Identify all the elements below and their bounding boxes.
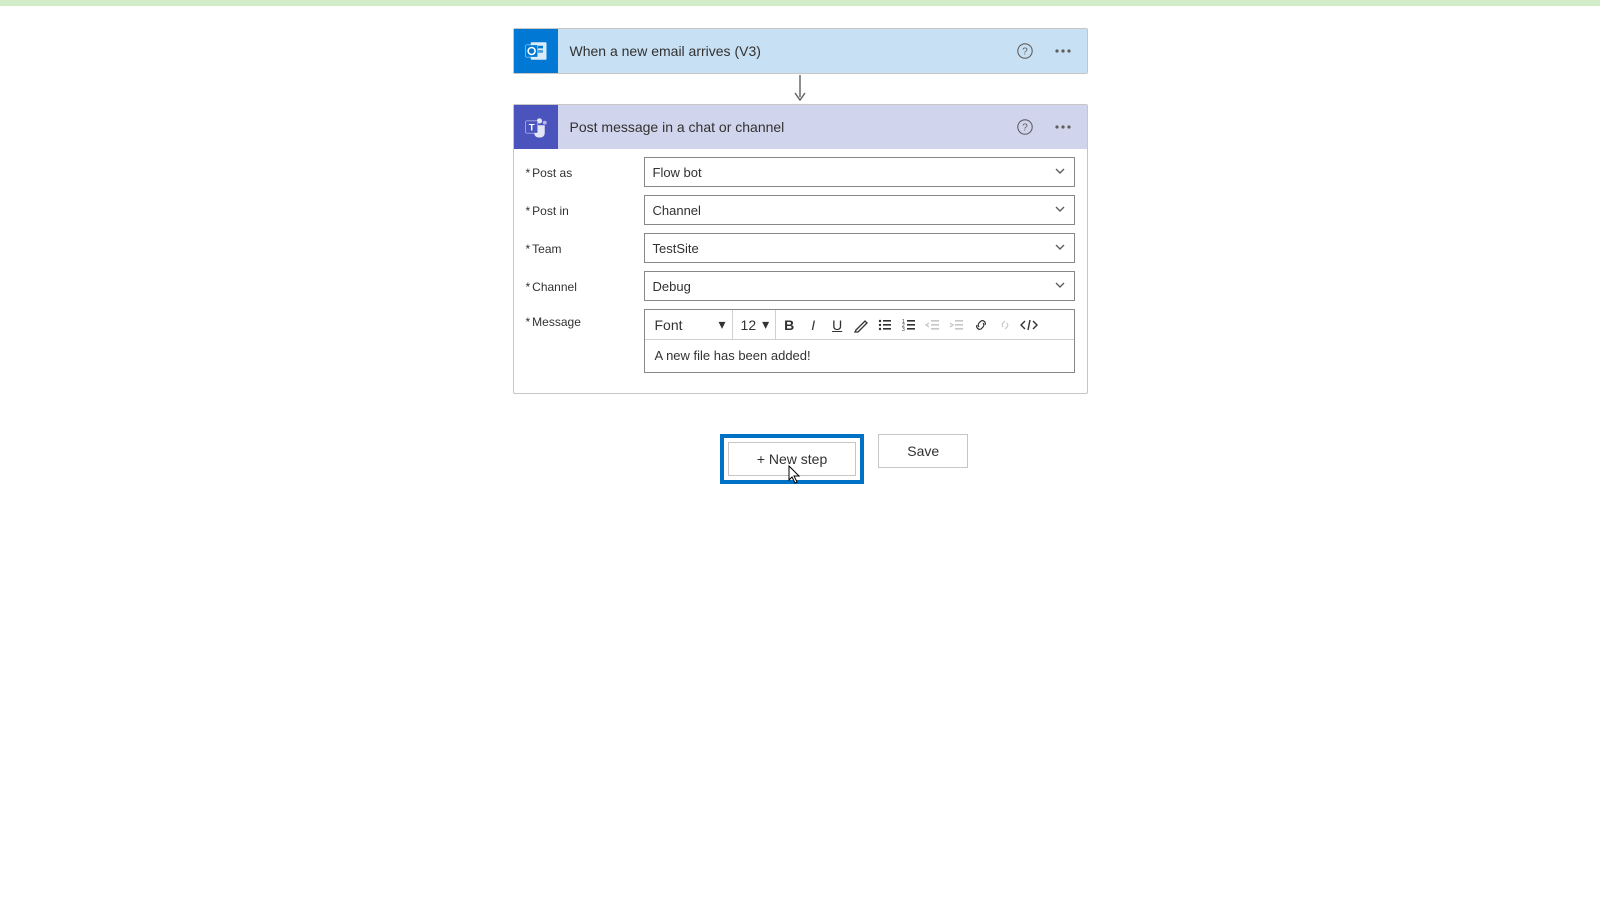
action-title: Post message in a chat or channel: [558, 119, 1013, 135]
size-dropdown[interactable]: 12 ▾: [735, 310, 777, 339]
chevron-down-icon: [1054, 202, 1066, 218]
indent-button: [946, 314, 968, 336]
message-editor: Font ▾ 12 ▾ B I U: [644, 309, 1075, 373]
caret-down-icon: ▾: [762, 316, 769, 333]
trigger-header[interactable]: When a new email arrives (V3) ?: [514, 29, 1087, 73]
unlink-button: [994, 314, 1016, 336]
post-as-label: *Post as: [526, 164, 644, 180]
svg-text:T: T: [528, 123, 534, 134]
caret-down-icon: ▾: [719, 316, 726, 333]
button-row: + New step Save: [513, 434, 1088, 484]
italic-button[interactable]: I: [802, 314, 824, 336]
trigger-card[interactable]: When a new email arrives (V3) ?: [513, 28, 1088, 74]
action-header[interactable]: T Post message in a chat or channel ?: [514, 105, 1087, 149]
svg-text:?: ?: [1022, 47, 1028, 58]
chevron-down-icon: [1054, 278, 1066, 294]
highlight-button[interactable]: [850, 314, 872, 336]
rte-toolbar: Font ▾ 12 ▾ B I U: [645, 310, 1074, 340]
underline-button[interactable]: U: [826, 314, 848, 336]
message-body[interactable]: A new file has been added!: [645, 340, 1074, 372]
link-button[interactable]: [970, 314, 992, 336]
bullets-button[interactable]: [874, 314, 896, 336]
post-in-select[interactable]: Channel: [644, 195, 1075, 225]
teams-icon: T: [514, 105, 558, 149]
chevron-down-icon: [1054, 164, 1066, 180]
new-step-button[interactable]: + New step: [728, 442, 856, 476]
team-select[interactable]: TestSite: [644, 233, 1075, 263]
action-card: T Post message in a chat or channel ? *P…: [513, 104, 1088, 394]
channel-select[interactable]: Debug: [644, 271, 1075, 301]
more-icon[interactable]: [1051, 39, 1075, 63]
arrow-connector: [794, 74, 806, 104]
action-body: *Post as Flow bot *Post in Channel: [514, 149, 1087, 393]
post-in-label: *Post in: [526, 202, 644, 218]
save-button[interactable]: Save: [878, 434, 968, 468]
post-as-select[interactable]: Flow bot: [644, 157, 1075, 187]
flow-canvas: When a new email arrives (V3) ?: [0, 6, 1600, 484]
font-dropdown[interactable]: Font ▾: [649, 310, 733, 339]
team-label: *Team: [526, 240, 644, 256]
bold-button[interactable]: B: [778, 314, 800, 336]
help-icon[interactable]: ?: [1013, 115, 1037, 139]
svg-text:?: ?: [1022, 123, 1028, 134]
outdent-button: [922, 314, 944, 336]
code-view-button[interactable]: [1018, 314, 1040, 336]
trigger-title: When a new email arrives (V3): [558, 43, 1013, 59]
new-step-highlight: + New step: [720, 434, 864, 484]
more-icon[interactable]: [1051, 115, 1075, 139]
outlook-icon: [514, 29, 558, 73]
numbered-list-button[interactable]: 123: [898, 314, 920, 336]
channel-label: *Channel: [526, 278, 644, 294]
chevron-down-icon: [1054, 240, 1066, 256]
help-icon[interactable]: ?: [1013, 39, 1037, 63]
svg-text:3: 3: [902, 327, 905, 333]
message-label: *Message: [526, 309, 644, 329]
